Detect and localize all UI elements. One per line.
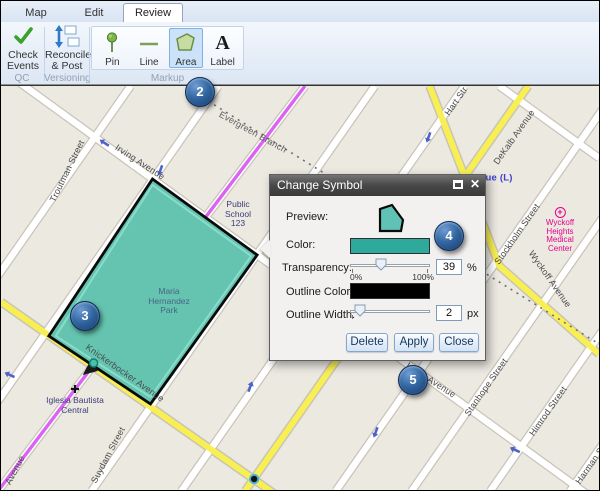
area-tool-button[interactable]: Area — [169, 28, 204, 68]
symbol-preview — [375, 202, 407, 234]
poi-label: +WyckoffHeightsMedicalCenter — [546, 207, 574, 253]
transparency-value-input[interactable]: 39 — [436, 259, 462, 275]
group-divider — [89, 27, 90, 81]
medical-icon: + — [554, 207, 565, 218]
pin-tool-label: Pin — [96, 57, 129, 68]
outline-width-label: Outline Width: — [286, 309, 355, 321]
step-badge-4: 4 — [434, 221, 464, 251]
tick-min-label: 0% — [350, 272, 362, 282]
vertex-dot — [90, 359, 98, 367]
change-symbol-dialog: Change Symbol ✕ Preview: Color: Transpar… — [269, 174, 486, 361]
tab-map[interactable]: Map — [7, 4, 65, 22]
maximize-icon[interactable] — [453, 180, 463, 189]
area-tool-label: Area — [170, 57, 203, 68]
line-tool-label: Line — [133, 57, 166, 68]
step-badge-5: 5 — [398, 365, 428, 395]
step-badge-2: 2 — [185, 77, 215, 107]
pin-icon — [96, 31, 129, 57]
poi-label: PublicSchool123 — [225, 200, 251, 229]
markup-tool-panel: Pin Line Area A Label — [91, 26, 244, 70]
area-icon — [170, 31, 203, 57]
outline-color-swatch[interactable] — [350, 283, 430, 299]
close-button[interactable]: Close — [439, 333, 479, 352]
reconcile-label2: & Post — [45, 61, 89, 72]
label-a-icon: A — [206, 31, 239, 57]
ribbon-tab-bar: Map Edit Review — [1, 1, 599, 22]
dialog-callout-pointer — [260, 240, 270, 258]
outline-width-unit: px — [467, 308, 479, 320]
versioning-group-label: Versioning — [44, 73, 88, 84]
preview-label: Preview: — [286, 211, 328, 223]
app-window: Map Edit Review Check Events QC — [0, 0, 600, 491]
label-tool-label: Label — [206, 57, 239, 68]
fill-color-swatch[interactable] — [350, 238, 430, 254]
check-events-button[interactable]: Check Events — [1, 25, 45, 73]
delete-button[interactable]: Delete — [346, 333, 388, 352]
reconcile-post-button[interactable]: Reconcile & Post — [45, 25, 89, 73]
tick-max-label: 100% — [412, 272, 434, 282]
poi-label: MariaHernandezPark — [148, 287, 190, 316]
reconcile-icon — [45, 25, 89, 50]
ribbon-body: Check Events QC Reconcile & Post — [1, 22, 599, 85]
apply-button[interactable]: Apply — [394, 333, 434, 352]
pin-tool-button[interactable]: Pin — [95, 28, 130, 68]
markup-group-label: Markup — [91, 73, 244, 84]
ribbon: Map Edit Review Check Events QC — [1, 1, 599, 85]
tab-edit[interactable]: Edit — [65, 4, 123, 22]
outline-width-value-input[interactable]: 2 — [436, 305, 462, 321]
outline-color-label: Outline Color: — [286, 286, 353, 298]
slider-handle[interactable] — [354, 304, 366, 317]
close-icon[interactable]: ✕ — [470, 177, 480, 191]
label-tool-button[interactable]: A Label — [205, 28, 240, 68]
transparency-label: Transparency: — [282, 262, 352, 274]
check-events-label2: Events — [1, 61, 45, 72]
slider-track[interactable] — [350, 264, 430, 267]
line-icon — [133, 31, 166, 57]
qc-group-label: QC — [1, 73, 43, 84]
tab-review[interactable]: Review — [123, 3, 183, 22]
traffic-signal-icon — [250, 475, 258, 483]
step-badge-3: 3 — [70, 301, 100, 331]
line-tool-button[interactable]: Line — [132, 28, 167, 68]
slider-handle[interactable] — [375, 258, 387, 271]
poi-label: ✚Iglesia BautistaCentral — [46, 385, 104, 415]
check-icon — [1, 25, 45, 50]
slider-tick — [352, 315, 353, 319]
transparency-unit: % — [467, 262, 477, 274]
color-label: Color: — [286, 239, 315, 251]
